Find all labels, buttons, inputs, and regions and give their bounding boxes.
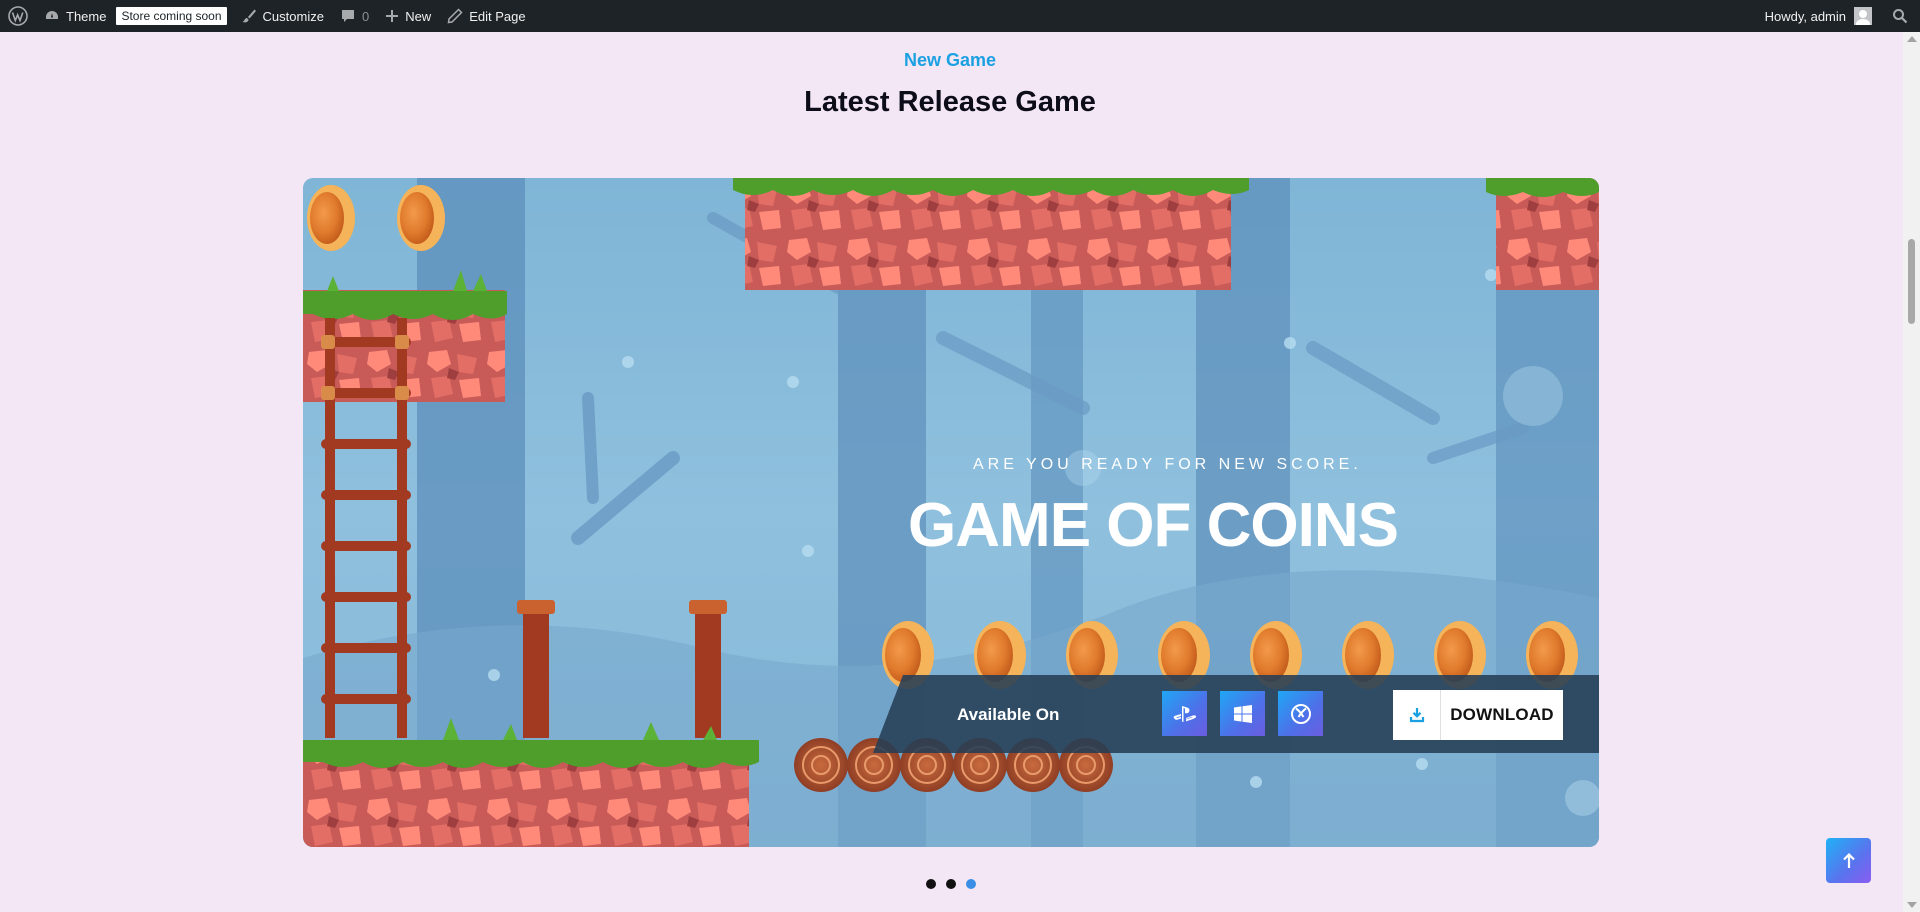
admin-bar-new[interactable]: New: [377, 0, 439, 32]
scroll-down-arrow[interactable]: [1907, 902, 1917, 908]
customize-label: Customize: [262, 8, 324, 24]
comments-count: 0: [361, 8, 370, 24]
game-slide[interactable]: ARE YOU READY FOR NEW SCORE. GAME OF COI…: [303, 178, 1599, 847]
avatar: [1854, 7, 1872, 25]
scroll-up-arrow[interactable]: [1907, 36, 1917, 42]
page-scrollbar[interactable]: [1903, 32, 1920, 912]
available-on-label: Available On: [957, 705, 1060, 724]
download-button[interactable]: DOWNLOAD: [1393, 690, 1563, 740]
howdy-label: Howdy, admin: [1764, 8, 1846, 24]
game-title: GAME OF COINS: [908, 491, 1399, 560]
admin-bar-comments[interactable]: 0: [332, 0, 377, 32]
slider-dot-1[interactable]: [926, 879, 936, 889]
section-title: Latest Release Game: [804, 86, 1096, 118]
pencil-icon: [447, 8, 463, 24]
admin-bar: Theme Store coming soon Customize 0 New …: [0, 0, 1920, 32]
search-icon[interactable]: [1880, 0, 1920, 32]
plus-icon: [386, 10, 399, 22]
store-coming-soon-badge[interactable]: Store coming soon: [116, 7, 227, 25]
back-to-top-button[interactable]: [1826, 838, 1871, 883]
edit-page-label: Edit Page: [469, 8, 526, 24]
download-label: DOWNLOAD: [1450, 705, 1554, 724]
windows-icon[interactable]: [1220, 691, 1265, 736]
section-kicker: New Game: [903, 50, 997, 70]
admin-bar-account[interactable]: Howdy, admin: [1757, 0, 1880, 32]
slide-tagline: ARE YOU READY FOR NEW SCORE.: [973, 456, 1362, 473]
scrollbar-thumb[interactable]: [1908, 239, 1915, 324]
theme-label: Theme: [66, 8, 107, 24]
comment-bubble-icon: [341, 10, 354, 22]
paintbrush-icon: [242, 9, 256, 23]
wordpress-logo-icon[interactable]: [0, 0, 36, 32]
download-icon: [1393, 690, 1441, 740]
admin-bar-theme[interactable]: Theme: [36, 0, 114, 32]
admin-bar-edit-page[interactable]: Edit Page: [439, 0, 533, 32]
arrow-up-icon: [1842, 852, 1855, 868]
dashboard-icon: [46, 11, 58, 19]
xbox-icon[interactable]: [1278, 691, 1323, 736]
admin-bar-customize[interactable]: Customize: [233, 0, 332, 32]
playstation-icon[interactable]: [1162, 691, 1207, 736]
slider-dot-2[interactable]: [946, 879, 956, 889]
slider-dot-3[interactable]: [966, 879, 976, 889]
new-label: New: [405, 8, 432, 24]
